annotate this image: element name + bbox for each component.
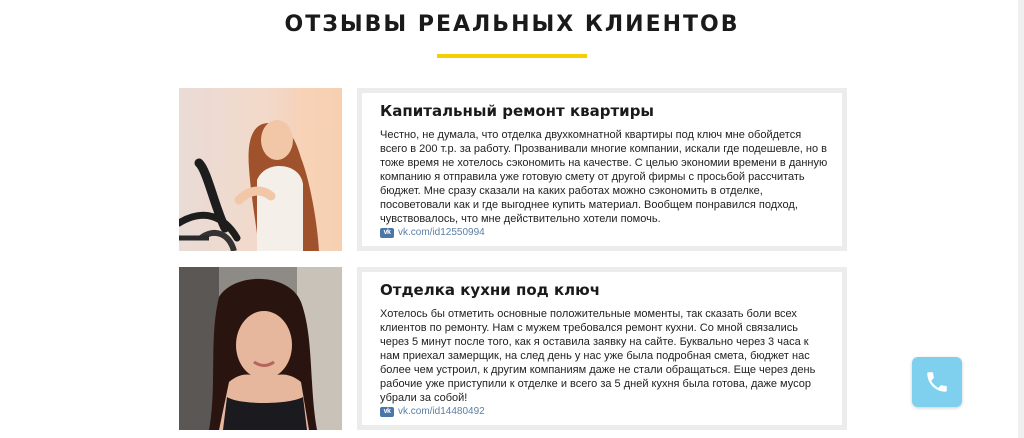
vk-link-label: vk.com/id14480492 [398, 406, 485, 417]
review-title: Отделка кухни под ключ [380, 281, 601, 299]
client-photo [179, 88, 342, 251]
client-photo [179, 267, 342, 430]
review-text: Хотелось бы отметить основные положитель… [380, 308, 816, 404]
title-underline [437, 54, 587, 58]
review-item: Отделка кухни под ключ Хотелось бы отмет… [179, 267, 849, 430]
review-title: Капитальный ремонт квартиры [380, 102, 654, 120]
call-button[interactable] [912, 357, 962, 407]
review-item: Капитальный ремонт квартиры Честно, не д… [179, 88, 849, 251]
phone-icon [927, 372, 947, 392]
vk-profile-link[interactable]: vk vk.com/id14480492 [380, 406, 485, 417]
review-card: Отделка кухни под ключ Хотелось бы отмет… [357, 267, 847, 430]
section-title: ОТЗЫВЫ РЕАЛЬНЫХ КЛИЕНТОВ [284, 12, 740, 37]
vk-profile-link[interactable]: vk vk.com/id12550994 [380, 227, 485, 238]
vk-icon: vk [380, 406, 394, 417]
vk-icon: vk [380, 227, 394, 238]
page-scrollbar[interactable] [1018, 0, 1024, 438]
review-card: Капитальный ремонт квартиры Честно, не д… [357, 88, 847, 251]
review-text: Честно, не думала, что отделка двухкомна… [380, 129, 828, 225]
vk-link-label: vk.com/id12550994 [398, 227, 485, 238]
